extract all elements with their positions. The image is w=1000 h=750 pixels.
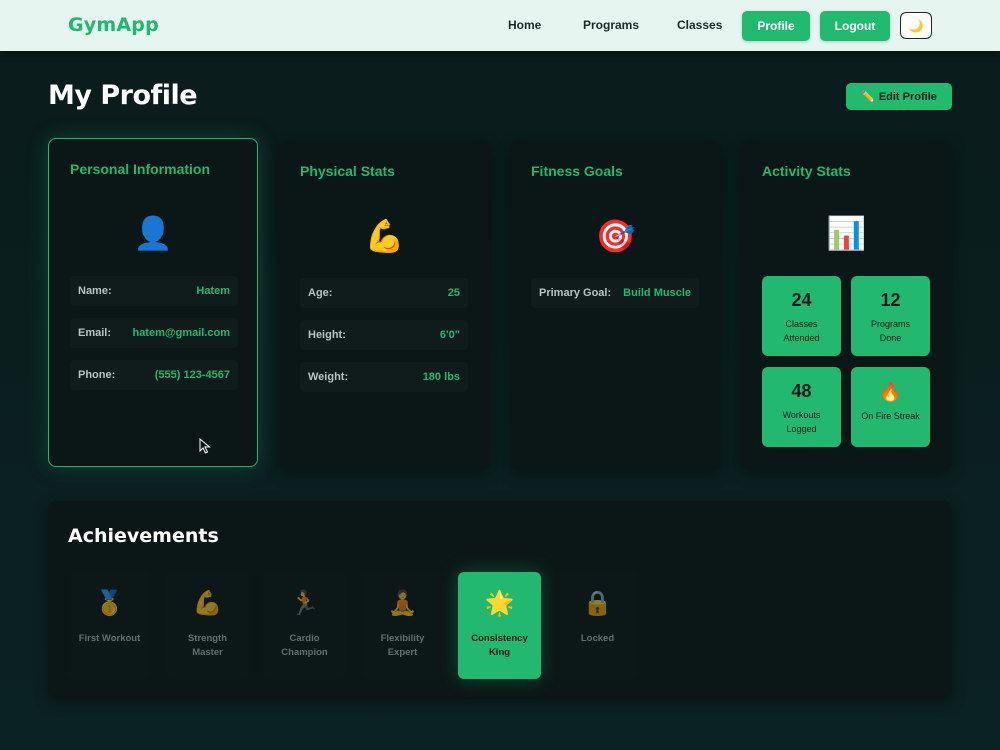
nav-classes[interactable]: Classes <box>677 18 722 32</box>
card-title: Physical Stats <box>300 163 395 179</box>
row-label: Primary Goal: <box>539 287 612 299</box>
badge-cardio-champion[interactable]: 🏃 Cardio Champion <box>263 572 346 679</box>
row-value: 180 lbs <box>422 371 460 383</box>
lock-icon: 🔒 <box>582 590 613 617</box>
personal-info-card[interactable]: Personal Information 👤 Name: Hatem Email… <box>48 138 258 467</box>
achievements-title: Achievements <box>68 525 219 547</box>
bar-chart-icon: 📊 <box>826 215 867 251</box>
card-title: Personal Information <box>70 161 211 177</box>
target-icon: 🎯 <box>595 218 636 254</box>
runner-icon: 🏃 <box>289 590 320 617</box>
nav-home[interactable]: Home <box>508 18 541 32</box>
medal-icon: 🥇 <box>94 590 125 617</box>
logout-button[interactable]: Logout <box>820 11 890 41</box>
row-value: 6'0" <box>439 329 460 341</box>
badge-label: First Workout <box>78 633 141 644</box>
badge-label: Strength Master <box>187 633 228 658</box>
stat-box-programs: 12 Programs Done <box>851 276 930 356</box>
badge-label: Consistency King <box>471 633 528 658</box>
user-icon: 👤 <box>133 215 173 251</box>
goal-row-primary: Primary Goal: Build Muscle <box>531 278 699 308</box>
row-label: Age: <box>308 287 333 299</box>
fire-icon: 🔥 <box>879 382 902 402</box>
row-value: (555) 123-4567 <box>154 369 230 381</box>
stat-label: On Fire Streak <box>861 411 920 421</box>
row-value: Build Muscle <box>623 287 691 299</box>
stat-value: 48 <box>791 381 812 401</box>
stat-label: Programs Done <box>870 319 910 343</box>
stat-row-age: Age: 25 <box>300 278 468 308</box>
activity-stats-card[interactable]: Activity Stats 📊 24 Classes Attended 12 … <box>741 141 952 470</box>
mouse-cursor-icon <box>199 438 211 454</box>
theme-toggle-button[interactable]: 🌙 <box>900 12 932 39</box>
badge-first-workout[interactable]: 🥇 First Workout <box>68 572 151 679</box>
badge-flexibility-expert[interactable]: 🧘 Flexibility Expert <box>361 572 444 679</box>
profile-button[interactable]: Profile <box>742 11 810 41</box>
row-label: Phone: <box>78 369 116 381</box>
card-title: Fitness Goals <box>531 163 623 179</box>
row-label: Email: <box>78 327 112 339</box>
fitness-goals-card[interactable]: Fitness Goals 🎯 Primary Goal: Build Musc… <box>510 141 721 470</box>
badge-label: Cardio Champion <box>281 633 328 658</box>
navbar: GymApp Home Programs Classes Profile Log… <box>0 0 1000 51</box>
badge-label: Locked <box>580 633 615 644</box>
stat-row-height: Height: 6'0" <box>300 320 468 350</box>
star-icon: 🌟 <box>484 590 515 617</box>
badge-consistency-king[interactable]: 🌟 Consistency King <box>458 572 541 679</box>
page-title: My Profile <box>48 80 198 111</box>
app-logo[interactable]: GymApp <box>68 14 159 36</box>
edit-profile-button[interactable]: ✏️ Edit Profile <box>846 83 952 110</box>
row-value: 25 <box>447 287 460 299</box>
stat-label: Classes Attended <box>783 319 820 343</box>
edit-profile-label: Edit Profile <box>878 90 937 103</box>
stat-box-workouts: 48 Workouts Logged <box>762 367 841 447</box>
achievements-panel: Achievements 🥇 First Workout 💪 Strength … <box>48 501 952 699</box>
info-row-name: Name: Hatem <box>70 276 238 306</box>
flexed-biceps-icon: 💪 <box>192 590 223 617</box>
row-value: hatem@gmail.com <box>132 327 230 339</box>
stat-box-streak: 🔥 On Fire Streak <box>851 367 930 447</box>
row-label: Height: <box>308 329 346 341</box>
moon-icon: 🌙 <box>908 18 924 33</box>
physical-stats-card[interactable]: Physical Stats 💪 Age: 25 Height: 6'0" We… <box>279 141 490 470</box>
flexed-biceps-icon: 💪 <box>364 218 405 254</box>
row-value: Hatem <box>196 285 230 297</box>
stat-box-classes: 24 Classes Attended <box>762 276 841 356</box>
stat-value: 12 <box>880 290 901 310</box>
stat-label: Workouts Logged <box>782 410 821 434</box>
badge-label: Flexibility Expert <box>380 633 425 658</box>
badge-strength-master[interactable]: 💪 Strength Master <box>166 572 249 679</box>
pencil-icon: ✏️ <box>861 91 875 103</box>
yoga-icon: 🧘 <box>387 590 418 617</box>
info-row-phone: Phone: (555) 123-4567 <box>70 360 238 390</box>
card-title: Activity Stats <box>762 163 851 179</box>
info-row-email: Email: hatem@gmail.com <box>70 318 238 348</box>
nav-programs[interactable]: Programs <box>583 18 639 32</box>
stat-value: 24 <box>791 290 812 310</box>
row-label: Name: <box>78 285 112 297</box>
stat-row-weight: Weight: 180 lbs <box>300 362 468 392</box>
row-label: Weight: <box>308 371 349 383</box>
badge-locked[interactable]: 🔒 Locked <box>556 572 639 679</box>
